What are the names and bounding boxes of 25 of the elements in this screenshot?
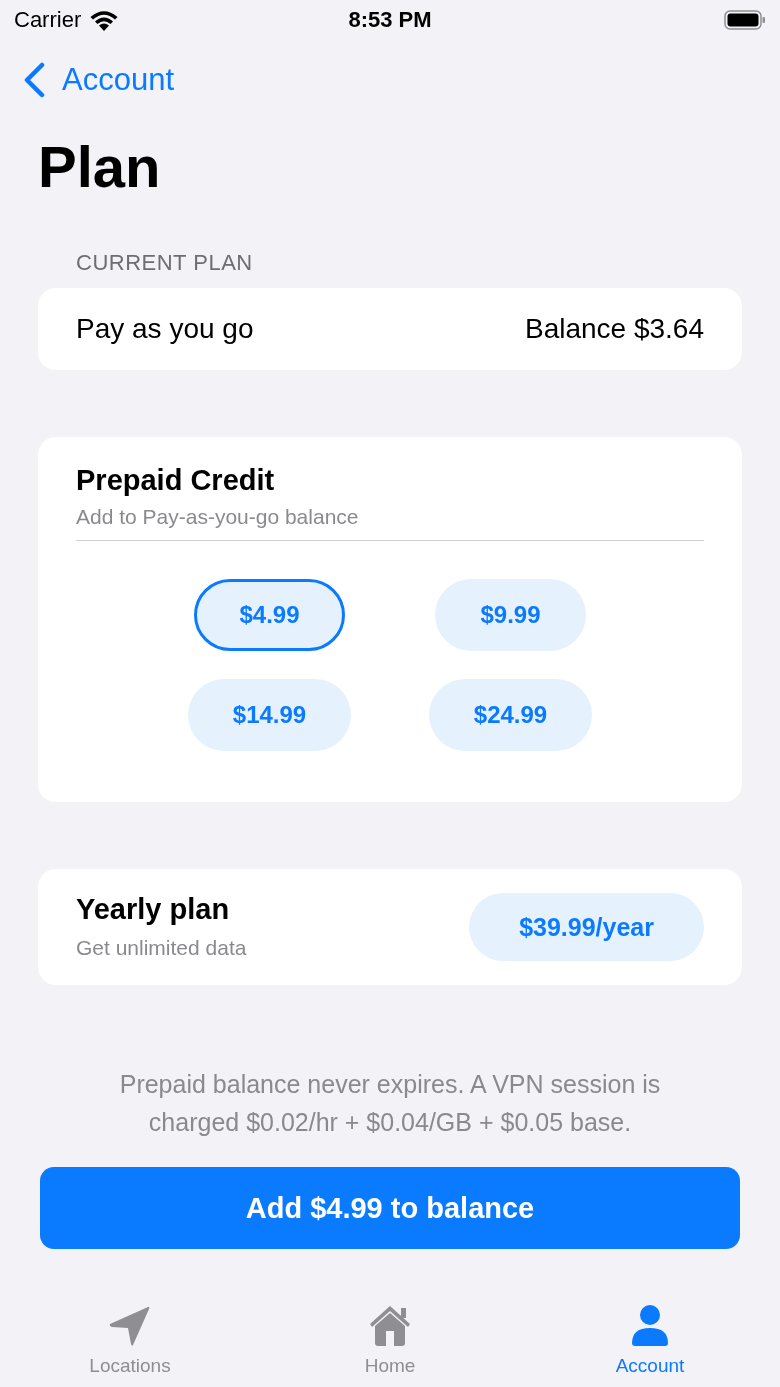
tab-bar-item[interactable]: Account bbox=[520, 1277, 780, 1387]
card-title: Yearly plan bbox=[76, 892, 231, 926]
footnote-text: Prepaid balance never expires. A VPN session is charged $0.02/hr + $0.04/GB + $0.05 base. bbox=[118, 1069, 662, 1138]
clock-time: 8:53 PM bbox=[348, 7, 432, 33]
card-subtitle: Get unlimited data bbox=[76, 935, 247, 961]
battery-icon bbox=[724, 10, 766, 30]
carrier-label: Carrier bbox=[14, 7, 82, 33]
plan-name: Pay as you go bbox=[76, 313, 254, 345]
house-icon bbox=[368, 1303, 412, 1347]
credit-amount-button[interactable]: $4.99 bbox=[194, 579, 345, 651]
tab-bar-item[interactable]: Locations bbox=[0, 1277, 260, 1387]
credit-amount-button[interactable]: $24.99 bbox=[428, 679, 593, 751]
yearly-price-button[interactable]: $39.99/year bbox=[469, 893, 704, 961]
card-subtitle: Add to Pay-as-you-go balance bbox=[76, 504, 360, 530]
back-button[interactable]: Account bbox=[22, 62, 174, 98]
section-header: CURRENT PLAN bbox=[76, 250, 253, 276]
chevron-left-icon bbox=[22, 62, 46, 98]
page-title: Plan bbox=[38, 134, 161, 200]
credit-amount-button[interactable]: $9.99 bbox=[435, 579, 586, 651]
card-title: Prepaid Credit bbox=[76, 463, 276, 497]
wifi-icon bbox=[89, 9, 120, 31]
credit-amount-button[interactable]: $14.99 bbox=[187, 679, 352, 751]
balance-label: Balance $3.64 bbox=[524, 313, 704, 345]
tab-bar-item[interactable]: Home bbox=[260, 1277, 520, 1387]
add-to-balance-button[interactable]: Add $4.99 to balance bbox=[40, 1167, 740, 1249]
